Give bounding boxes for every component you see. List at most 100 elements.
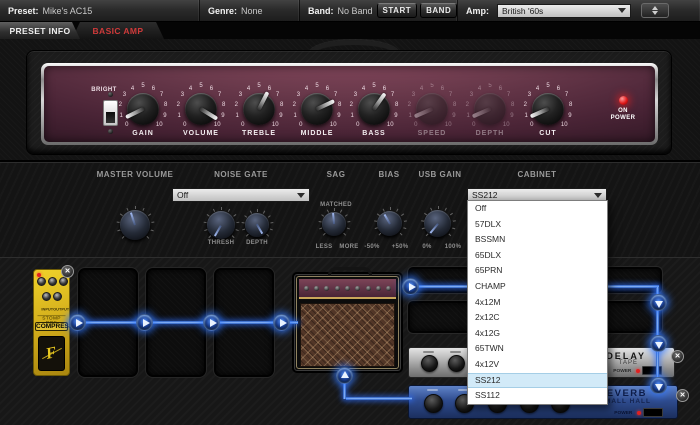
combo-knob [386, 285, 392, 291]
amp-stepper[interactable] [641, 3, 669, 18]
combo-knob [313, 285, 319, 291]
delay-power-label: POWER [613, 368, 632, 373]
signal-arrow-down-icon [650, 294, 667, 311]
knob-label: VOLUME [183, 130, 219, 137]
cabinet-select-value: SS212 [472, 190, 498, 200]
amp-knob[interactable]: 0 1 2 3 4 5 6 7 8 9 10 BASS [344, 81, 404, 143]
rack-knob[interactable] [421, 355, 438, 372]
signal-arrow-right-icon [203, 314, 220, 331]
sag-knob[interactable] [318, 208, 351, 236]
power-led-icon [637, 410, 641, 415]
signal-arrow-down-icon [650, 335, 667, 352]
pedal-knob[interactable] [42, 292, 51, 301]
cabinet-option[interactable]: SS212 [468, 372, 607, 389]
usb-gain-max-label: 100% [444, 244, 462, 250]
amp-select-value: British '60s [502, 5, 544, 16]
cabinet-option[interactable]: 4x12V [468, 357, 607, 373]
amp-knob[interactable]: 0 1 2 3 4 5 6 7 8 9 10 VOLUME [171, 81, 231, 143]
signal-arrow-right-icon [136, 314, 153, 331]
pedal-name-line2: COMPRESSOR [35, 322, 83, 331]
pedal-knob[interactable] [48, 277, 57, 286]
chevron-down-icon [618, 8, 626, 13]
cabinet-option[interactable]: 2x12C [468, 310, 607, 326]
reverb-power-label: POWER [614, 410, 633, 415]
combo-knob [344, 285, 350, 291]
amp-combo[interactable] [292, 267, 403, 373]
cabinet-option[interactable]: Off [468, 201, 607, 217]
cabinet-option[interactable]: 4x12G [468, 326, 607, 342]
compressor-pedal[interactable]: INPUT OUTPUT STOMP BOX COMPRESSOR F [33, 269, 83, 376]
usb-gain-knob[interactable] [420, 206, 456, 237]
knob-label: TREBLE [242, 130, 276, 137]
pedal-knob[interactable] [53, 292, 62, 301]
cabinet-option[interactable]: 65PRN [468, 263, 607, 279]
rack-knob[interactable] [448, 355, 465, 372]
cabinet-option[interactable]: SS112 [468, 388, 607, 404]
amp-label: Amp: [466, 5, 489, 16]
cabinet-option[interactable]: BSSMN [468, 232, 607, 248]
combo-grille [300, 303, 395, 367]
cabinet-dropdown-list: Off 57DLX BSSMN 65DLX 65PRN CHAMP 4x12M 2x12C 4x… [467, 200, 608, 405]
bias-min-label: -50% [364, 244, 380, 250]
pedal-input-label: INPUT [41, 308, 54, 312]
combo-knob [303, 285, 309, 291]
stepper-down-icon[interactable] [652, 11, 658, 15]
signal-arrow-right-icon [273, 314, 290, 331]
close-icon[interactable]: ✕ [671, 350, 684, 363]
combo-knob [375, 285, 381, 291]
band-buttons: START BAND [376, 3, 458, 18]
amp-knob[interactable]: 0 1 2 3 4 5 6 7 8 9 10 CUT [518, 81, 578, 143]
amp-knob[interactable]: 0 1 2 3 4 5 6 7 8 9 10 DEPTH [460, 81, 520, 143]
start-button[interactable]: START [376, 3, 418, 18]
tab-preset-info[interactable]: PRESET INFO [0, 22, 80, 39]
close-icon[interactable]: ✕ [61, 265, 74, 278]
cabinet-option[interactable]: 65DLX [468, 248, 607, 264]
master-volume-label: MASTER VOLUME [96, 170, 174, 179]
bias-label: BIAS [378, 170, 400, 179]
amp-knob[interactable]: 0 1 2 3 4 5 6 7 8 9 10 MIDDLE [287, 81, 347, 143]
band-label: Band: [308, 5, 334, 16]
fender-script-logo-icon: F [38, 336, 65, 371]
amp-knob[interactable]: 0 1 2 3 4 5 6 7 8 9 10 GAIN [113, 81, 173, 143]
band-button[interactable]: BAND [420, 3, 458, 18]
sag-label: SAG [326, 170, 346, 179]
amp-head-strip: BRIGHT 0 1 2 3 4 5 6 7 8 9 10 GAIN 0 1 2 3 4 5 6 7 8 9 10 VO… [0, 39, 700, 160]
power-led-icon [618, 96, 628, 105]
usb-gain-min-label: 0% [422, 244, 432, 250]
noise-gate-depth-knob[interactable] [241, 209, 274, 237]
knob-label: GAIN [132, 130, 154, 137]
cabinet-option[interactable]: CHAMP [468, 279, 607, 295]
master-volume-knob[interactable] [116, 206, 155, 240]
combo-knob [355, 285, 361, 291]
noise-gate-thresh-knob[interactable] [203, 207, 240, 239]
combo-knob [334, 285, 340, 291]
tab-basic-amp[interactable]: BASIC AMP [72, 22, 164, 39]
amp-knob[interactable]: 0 1 2 3 4 5 6 7 8 9 10 SPEED [402, 81, 462, 143]
knob-label: CUT [539, 130, 557, 137]
noise-gate-select[interactable]: Off [172, 188, 310, 202]
close-icon[interactable]: ✕ [676, 389, 689, 402]
chevron-down-icon [594, 192, 602, 198]
cabinet-option[interactable]: 65TWN [468, 341, 607, 357]
usb-gain-label: USB GAIN [418, 170, 462, 179]
bias-knob[interactable] [373, 207, 407, 236]
pedal-knob[interactable] [37, 277, 46, 286]
delay-display [642, 366, 662, 375]
genre-value: None [241, 5, 263, 16]
amp-select[interactable]: British '60s [497, 3, 631, 18]
amp-knob[interactable]: 0 1 2 3 4 5 6 7 8 9 10 TREBLE [229, 81, 289, 143]
cabinet-option[interactable]: 4x12M [468, 295, 607, 311]
band-value: No Band [337, 5, 373, 16]
cabinet-option[interactable]: 57DLX [468, 217, 607, 233]
noise-gate-select-value: Off [177, 190, 189, 200]
pedal-knob[interactable] [59, 277, 68, 286]
stepper-up-icon[interactable] [652, 6, 658, 10]
combo-knob [324, 285, 330, 291]
knob-label: DEPTH [475, 130, 505, 137]
genre-section: Genre: None [200, 0, 300, 21]
noise-gate-label: NOISE GATE [214, 170, 268, 179]
app-window: Preset: Mike's AC15 Genre: None Band: No… [0, 0, 700, 425]
signal-arrow-down-icon [650, 377, 667, 394]
rack-knob[interactable] [424, 394, 443, 413]
cabinet-label: CABINET [517, 170, 557, 179]
